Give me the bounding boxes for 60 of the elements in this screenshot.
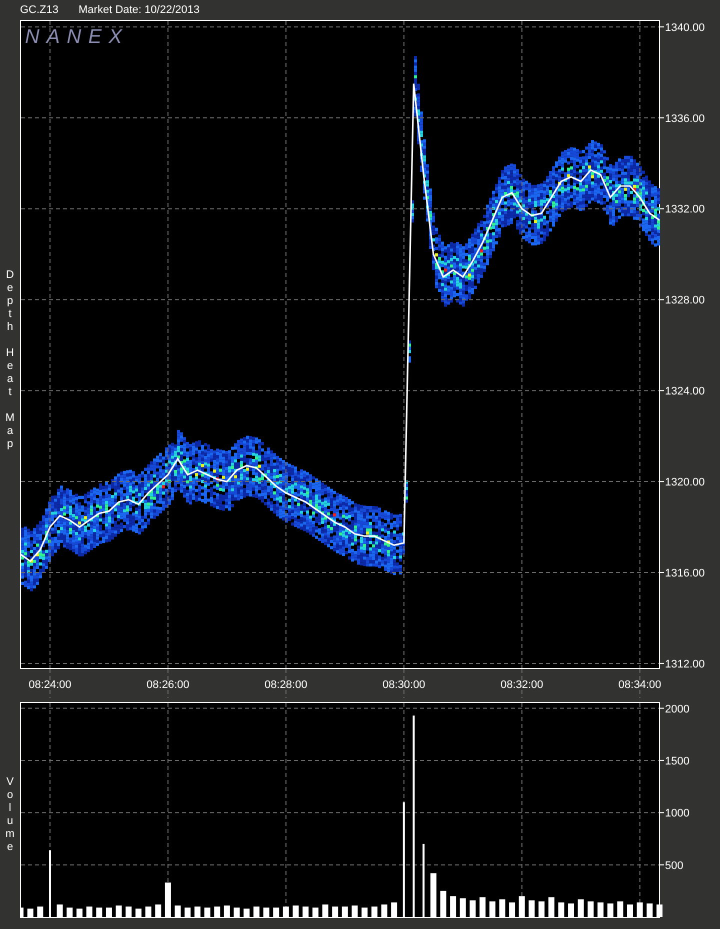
logo: NANEX bbox=[25, 26, 129, 49]
volume-bar bbox=[20, 908, 24, 917]
panel-label: Depth Heat Map bbox=[4, 269, 16, 451]
volume-bar bbox=[37, 906, 44, 917]
volume-bar bbox=[538, 901, 545, 917]
axis-label: 500 bbox=[665, 860, 684, 872]
axis-label: 1320.00 bbox=[665, 476, 705, 489]
axis-label: 08:34:00 bbox=[618, 679, 662, 691]
volume-bar bbox=[499, 899, 506, 917]
volume-bar bbox=[184, 908, 191, 917]
axis-label: 1500 bbox=[665, 755, 690, 768]
axis-label: 1316.00 bbox=[665, 568, 705, 580]
volume-bar bbox=[273, 908, 280, 917]
tick-mark bbox=[660, 708, 664, 709]
volume-bar bbox=[528, 900, 535, 917]
symbol-label: GC.Z13 bbox=[20, 4, 59, 16]
volume-bar bbox=[96, 908, 102, 917]
volume-bar bbox=[627, 904, 633, 917]
tick-mark bbox=[660, 864, 664, 866]
volume-bar bbox=[214, 906, 220, 917]
axis-label: 2000 bbox=[665, 703, 690, 716]
volume-bar bbox=[362, 908, 368, 917]
volume-bar bbox=[470, 900, 476, 917]
volume-bar bbox=[332, 906, 338, 917]
volume-bar bbox=[352, 906, 358, 917]
volume-bar bbox=[509, 902, 516, 917]
axis-label: 08:30:00 bbox=[382, 679, 426, 691]
panel-label: Volume bbox=[4, 776, 16, 854]
volume-bar bbox=[646, 903, 653, 917]
volume-bar bbox=[302, 906, 309, 917]
tick-mark bbox=[660, 812, 664, 814]
axis-label: 08:26:00 bbox=[146, 679, 190, 691]
tick-mark bbox=[660, 208, 664, 210]
volume-bar bbox=[450, 896, 456, 917]
axis-label: 1332.00 bbox=[665, 204, 705, 216]
volume-bar bbox=[568, 903, 574, 917]
axis-label: 1328.00 bbox=[665, 294, 705, 307]
volume-bar bbox=[440, 890, 446, 917]
axis-label: 1312.00 bbox=[665, 658, 705, 670]
volume-bar bbox=[381, 904, 388, 917]
volume-bar bbox=[126, 906, 132, 917]
volume-bar bbox=[656, 904, 662, 917]
volume-bar bbox=[391, 902, 398, 917]
volume-bar bbox=[588, 901, 594, 917]
volume-bar bbox=[244, 908, 250, 917]
axis-label: 08:28:00 bbox=[264, 679, 308, 691]
axis-label: 1000 bbox=[665, 808, 690, 820]
axis-label: 08:24:00 bbox=[28, 679, 72, 691]
axis-label: 1324.00 bbox=[665, 386, 705, 398]
market-date: Market Date: 10/22/2013 bbox=[78, 4, 200, 16]
volume-bar bbox=[155, 904, 162, 917]
volume-bar bbox=[598, 902, 604, 917]
volume-bar bbox=[480, 897, 486, 917]
axis-label: 08:32:00 bbox=[500, 679, 544, 691]
volume-bar bbox=[617, 901, 624, 917]
volume-bar bbox=[66, 908, 73, 917]
axis-label: 1336.00 bbox=[665, 112, 705, 125]
volume-bar bbox=[558, 902, 564, 917]
axis-label: 1340.00 bbox=[665, 22, 705, 34]
tick-mark bbox=[660, 760, 664, 761]
